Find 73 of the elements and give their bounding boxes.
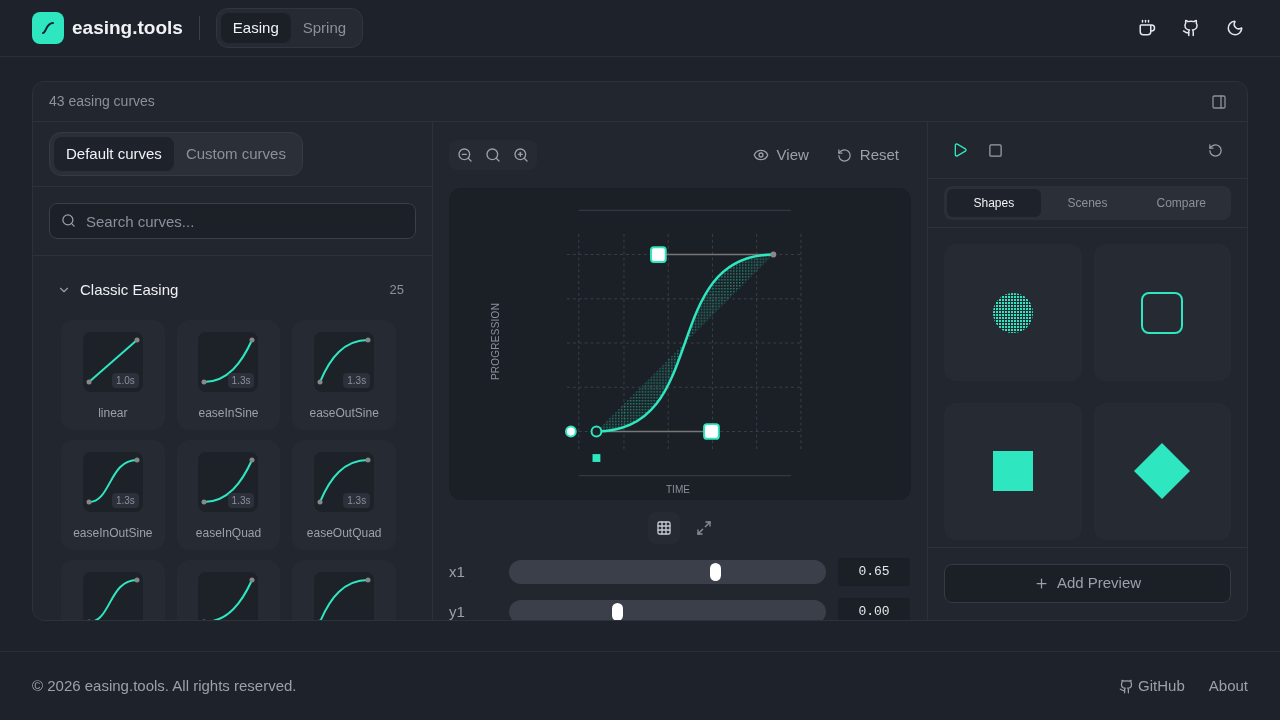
- slider-thumb[interactable]: [710, 563, 722, 581]
- mode-tab[interactable]: Easing: [220, 12, 291, 44]
- copyright: © 2026 easing.tools. All rights reserved.: [32, 675, 297, 696]
- reset-button[interactable]: Reset: [836, 143, 899, 167]
- control-handle[interactable]: [650, 246, 667, 263]
- curve-count: 43 easing curves: [49, 92, 155, 111]
- curve-card[interactable]: 1.3s easeInQuad: [176, 440, 281, 550]
- github-icon: [1119, 678, 1135, 694]
- time-marker: [592, 454, 601, 462]
- zoom-out-icon[interactable]: [457, 147, 473, 163]
- duration-badge: 1.3s: [343, 373, 371, 388]
- rounded-square-icon: [1141, 291, 1184, 334]
- curve-card[interactable]: 1.0s linear: [61, 320, 165, 430]
- group-title: Classic Easing: [80, 279, 179, 300]
- duration-badge: 1.3s: [227, 373, 255, 388]
- curve-name: easeOutQuad: [306, 525, 382, 542]
- brand-name[interactable]: easing.tools: [72, 13, 183, 43]
- start-point[interactable]: [590, 425, 603, 438]
- preview-tab[interactable]: Scenes: [1040, 189, 1135, 217]
- curve-card[interactable]: 1.3s easeInOutSine: [61, 440, 165, 550]
- curve-name: easeInSine: [198, 405, 259, 422]
- slider-thumb[interactable]: [611, 603, 623, 620]
- param-label: x1: [449, 561, 466, 582]
- group-count: 25: [389, 281, 404, 300]
- curve-name: easeInQuad: [195, 525, 262, 542]
- end-point: [770, 251, 777, 258]
- view-button[interactable]: View: [752, 143, 809, 167]
- group-header[interactable]: Classic Easing 25: [57, 278, 408, 302]
- play-icon[interactable]: [952, 142, 968, 158]
- diamond-icon: [1133, 442, 1192, 500]
- library-tab[interactable]: Default curves: [54, 136, 174, 172]
- curve-name: easeOutSine: [309, 405, 379, 422]
- plus-icon: [1033, 576, 1049, 591]
- reset-icon: [836, 147, 852, 163]
- footer-link[interactable]: About: [1208, 674, 1248, 698]
- curve-name: linear: [98, 405, 128, 422]
- param-label: y1: [449, 601, 466, 620]
- panel-toggle-icon[interactable]: [1211, 93, 1227, 110]
- grid-icon: [656, 520, 672, 536]
- control-handle[interactable]: [703, 423, 720, 440]
- dotted-circle-icon: [992, 292, 1033, 333]
- curve-name: easeInOutSine: [73, 525, 153, 542]
- github-icon[interactable]: [1182, 19, 1200, 37]
- coffee-icon[interactable]: [1138, 19, 1156, 37]
- moon-icon[interactable]: [1226, 19, 1244, 37]
- footer-link[interactable]: GitHub: [1119, 674, 1185, 698]
- preview-tab[interactable]: Shapes: [947, 189, 1041, 217]
- curve-card[interactable]: 1.3s easeOutQuad: [292, 440, 396, 550]
- param-value[interactable]: 0.00: [838, 598, 910, 620]
- duration-badge: 1.0s: [111, 373, 139, 388]
- grid-toggle[interactable]: [648, 512, 680, 544]
- add-preview-button[interactable]: Add Preview: [944, 564, 1231, 603]
- mode-tab[interactable]: Spring: [290, 12, 359, 44]
- duration-badge: 1.3s: [111, 493, 139, 508]
- duration-badge: 1.3s: [227, 493, 255, 508]
- logo-icon: [32, 12, 64, 44]
- eye-icon: [752, 147, 769, 163]
- stop-icon[interactable]: [988, 142, 1003, 158]
- curve-card[interactable]: 1.3s easeOutSine: [292, 320, 396, 430]
- param-value[interactable]: 0.65: [838, 558, 910, 586]
- duration-badge: 1.3s: [343, 493, 371, 508]
- x-axis-label: TIME: [666, 483, 690, 497]
- expand-icon[interactable]: [696, 520, 712, 536]
- preview-tab[interactable]: Compare: [1134, 189, 1228, 217]
- y-axis-label: PROGRESSION: [489, 302, 503, 381]
- search-field[interactable]: Search curves...: [49, 203, 416, 239]
- square-icon: [992, 451, 1033, 491]
- zoom-in-icon[interactable]: [513, 147, 529, 163]
- zoom-reset-icon[interactable]: [485, 147, 501, 163]
- curve-card[interactable]: 1.3s easeInSine: [176, 320, 281, 430]
- progress-dot: [565, 425, 577, 438]
- replay-icon[interactable]: [1208, 142, 1223, 158]
- library-tab[interactable]: Custom curves: [173, 136, 298, 172]
